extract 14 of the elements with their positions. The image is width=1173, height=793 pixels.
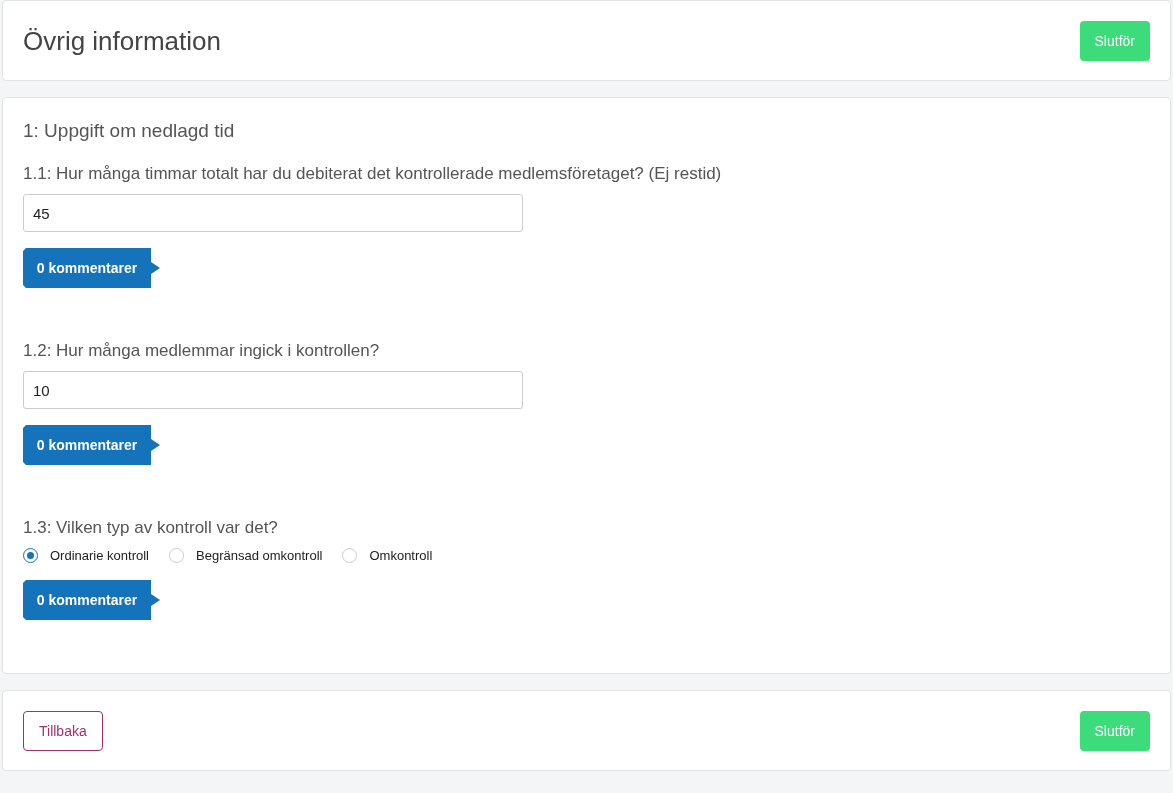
radio-label[interactable]: Begränsad omkontroll: [196, 548, 323, 563]
question-label: 1.2: Hur många medlemmar ingick i kontrollen?: [23, 341, 381, 361]
answer-field[interactable]: 10: [23, 371, 523, 409]
comments-button[interactable]: 0 kommentarer: [23, 580, 160, 620]
page-title: Övrig information: [23, 25, 221, 57]
question-label: 1.1: Hur många timmar totalt har du debiterat det kontrollerade medlemsföretaget? (Ej restid): [23, 164, 723, 184]
question-label: 1.3: Vilken typ av kontroll var det?: [23, 518, 279, 538]
back-button[interactable]: Tillbaka: [23, 711, 103, 751]
radio-label[interactable]: Ordinarie kontroll: [50, 548, 149, 563]
comments-button[interactable]: 0 kommentarer: [23, 425, 160, 465]
answer-field[interactable]: 45: [23, 194, 523, 232]
radio-label[interactable]: Omkontroll: [369, 548, 433, 563]
section-title: 1: Uppgift om nedlagd tid: [23, 120, 236, 142]
comments-button[interactable]: 0 kommentarer: [23, 248, 160, 288]
